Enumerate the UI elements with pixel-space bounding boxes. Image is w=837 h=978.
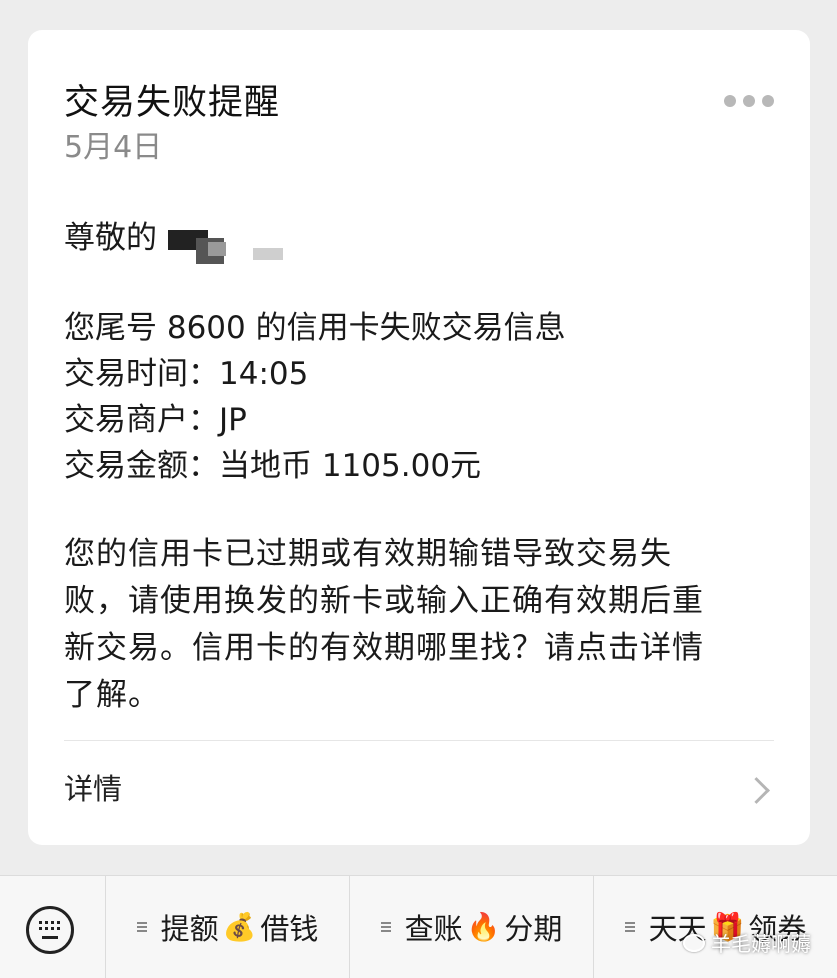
message-title: 交易失败提醒 bbox=[64, 83, 281, 123]
message-card: 交易失败提醒 5月4日 尊敬的 您尾号 8600 的信用卡失败交易信息 交易时间… bbox=[28, 30, 810, 845]
chevron-right-icon bbox=[743, 777, 770, 804]
menu-label: 分期 bbox=[504, 912, 563, 946]
failure-explanation: 您的信用卡已过期或有效期输错导致交易失败，请使用换发的新卡或输入正确有效期后重新… bbox=[64, 536, 704, 713]
money-bag-icon: 💰 bbox=[222, 912, 257, 943]
greeting-label: 尊敬的 bbox=[64, 220, 157, 256]
transaction-merchant-line: 交易商户：JP bbox=[64, 402, 247, 438]
fire-icon: 🔥 bbox=[466, 912, 501, 943]
menu-item-bill[interactable]: 查账 🔥 分期 bbox=[350, 876, 594, 978]
more-options-button[interactable] bbox=[724, 94, 774, 108]
menu-label: 借钱 bbox=[260, 912, 319, 946]
menu-item-coupons[interactable]: 天天 🎁 领券 bbox=[594, 876, 837, 978]
more-dot-icon bbox=[762, 95, 774, 107]
menu-lines-icon bbox=[380, 922, 391, 932]
menu-label: 提额 bbox=[160, 912, 219, 946]
transaction-time-line: 交易时间：14:05 bbox=[64, 356, 309, 392]
transaction-amount-line: 交易金额：当地币 1105.00元 bbox=[64, 448, 482, 484]
redacted-name bbox=[208, 242, 226, 256]
redacted-name bbox=[253, 248, 283, 260]
keyboard-icon bbox=[26, 906, 74, 954]
menu-lines-icon bbox=[136, 922, 147, 932]
details-label: 详情 bbox=[64, 772, 123, 806]
wechat-icon bbox=[683, 933, 705, 952]
message-date: 5月4日 bbox=[64, 130, 163, 165]
menu-label: 查账 bbox=[404, 912, 463, 946]
card-number-line: 您尾号 8600 的信用卡失败交易信息 bbox=[64, 310, 566, 346]
more-dot-icon bbox=[724, 95, 736, 107]
menu-lines-icon bbox=[624, 922, 635, 932]
details-link[interactable]: 详情 bbox=[28, 741, 810, 845]
watermark-text: 羊毛薅啊薅 bbox=[711, 932, 811, 956]
menu-item-credit-limit[interactable]: 提额 💰 借钱 bbox=[106, 876, 350, 978]
bottom-menu-bar: 提额 💰 借钱 查账 🔥 分期 天天 🎁 领券 bbox=[0, 875, 837, 978]
watermark: 羊毛薅啊薅 bbox=[683, 928, 811, 957]
keyboard-toggle-button[interactable] bbox=[0, 876, 106, 978]
more-dot-icon bbox=[743, 95, 755, 107]
